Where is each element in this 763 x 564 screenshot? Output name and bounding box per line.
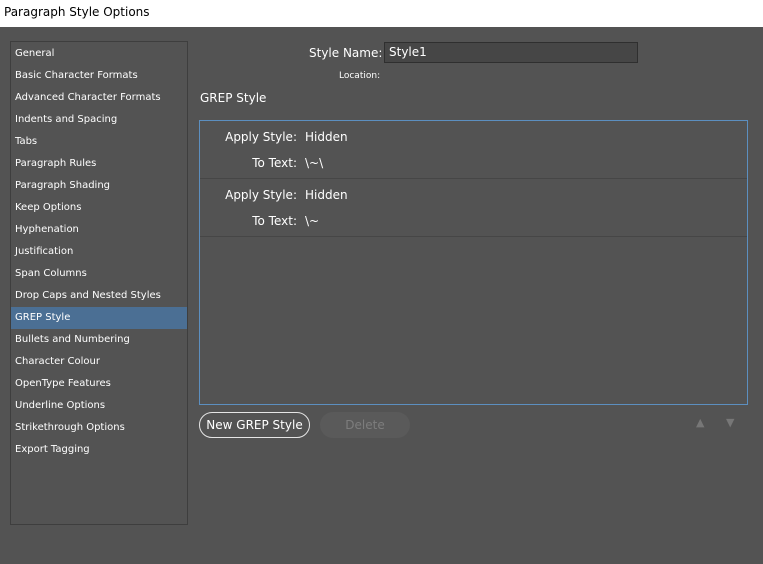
section-title: GREP Style: [200, 91, 267, 105]
sidebar-item-span-columns[interactable]: Span Columns: [11, 263, 187, 285]
move-up-icon[interactable]: ▲: [696, 416, 704, 429]
grep-rules-list[interactable]: Apply Style: Hidden To Text: \~\ Apply S…: [199, 120, 748, 405]
to-text-value[interactable]: \~: [305, 214, 319, 228]
apply-style-label: Apply Style:: [225, 130, 297, 144]
window-title: Paragraph Style Options: [4, 5, 150, 19]
sidebar-item-paragraph-shading[interactable]: Paragraph Shading: [11, 175, 187, 197]
delete-button[interactable]: Delete: [320, 412, 410, 438]
sidebar-item-basic-character-formats[interactable]: Basic Character Formats: [11, 65, 187, 87]
to-text-value[interactable]: \~\: [305, 156, 323, 170]
sidebar-item-character-colour[interactable]: Character Colour: [11, 351, 187, 373]
sidebar-item-bullets-and-numbering[interactable]: Bullets and Numbering: [11, 329, 187, 351]
to-text-label: To Text:: [252, 156, 297, 170]
new-grep-style-button[interactable]: New GREP Style: [199, 412, 310, 438]
move-down-icon[interactable]: ▼: [726, 416, 734, 429]
sidebar-item-opentype-features[interactable]: OpenType Features: [11, 373, 187, 395]
sidebar-item-grep-style[interactable]: GREP Style: [11, 307, 187, 329]
apply-style-value[interactable]: Hidden: [305, 130, 348, 144]
sidebar-item-underline-options[interactable]: Underline Options: [11, 395, 187, 417]
window-title-bar: Paragraph Style Options: [0, 0, 763, 27]
sidebar-item-indents-and-spacing[interactable]: Indents and Spacing: [11, 109, 187, 131]
sidebar-item-export-tagging[interactable]: Export Tagging: [11, 439, 187, 461]
category-list[interactable]: General Basic Character Formats Advanced…: [10, 41, 188, 525]
location-label: Location:: [339, 71, 381, 81]
grep-rule[interactable]: Apply Style: Hidden To Text: \~: [200, 179, 747, 237]
sidebar-item-keep-options[interactable]: Keep Options: [11, 197, 187, 219]
apply-style-value[interactable]: Hidden: [305, 188, 348, 202]
style-name-input[interactable]: Style1: [384, 42, 638, 63]
sidebar-item-general[interactable]: General: [11, 43, 187, 65]
style-name-label: Style Name:: [309, 46, 383, 60]
grep-rule[interactable]: Apply Style: Hidden To Text: \~\: [200, 121, 747, 179]
apply-style-label: Apply Style:: [225, 188, 297, 202]
to-text-label: To Text:: [252, 214, 297, 228]
sidebar-item-justification[interactable]: Justification: [11, 241, 187, 263]
sidebar-item-strikethrough-options[interactable]: Strikethrough Options: [11, 417, 187, 439]
sidebar-item-advanced-character-formats[interactable]: Advanced Character Formats: [11, 87, 187, 109]
sidebar-item-hyphenation[interactable]: Hyphenation: [11, 219, 187, 241]
sidebar-item-drop-caps-and-nested-styles[interactable]: Drop Caps and Nested Styles: [11, 285, 187, 307]
sidebar-item-tabs[interactable]: Tabs: [11, 131, 187, 153]
sidebar-item-paragraph-rules[interactable]: Paragraph Rules: [11, 153, 187, 175]
